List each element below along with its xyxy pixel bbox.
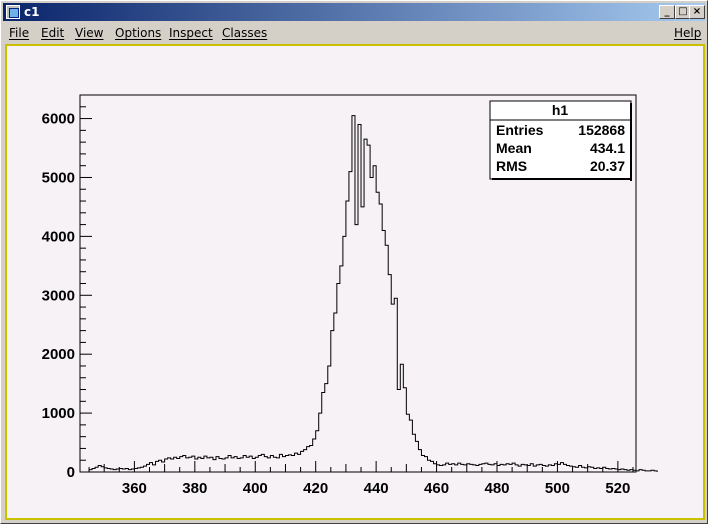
- stats-title: h1: [552, 102, 569, 118]
- y-tick-label: 3000: [42, 287, 75, 304]
- x-tick-label: 500: [545, 480, 570, 497]
- menu-inspect[interactable]: Inspect: [169, 26, 213, 41]
- menu-help[interactable]: Help: [674, 26, 701, 41]
- x-tick-label: 460: [424, 480, 449, 497]
- stats-entries-value: 152868: [578, 122, 625, 138]
- histogram-plot[interactable]: 360 380 400 420 440 460 480 500 520 0 1000 2000 300…: [7, 46, 703, 518]
- y-tick-label: 4000: [42, 228, 75, 245]
- canvas[interactable]: 360 380 400 420 440 460 480 500 520 0 1000 2000 300…: [5, 44, 705, 520]
- stats-rms-value: 20.37: [590, 158, 625, 174]
- menu-bar: File Edit View Options Inspect Classes H…: [3, 23, 705, 43]
- y-axis: 0 1000 2000 3000 4000 5000 6000: [42, 106, 92, 481]
- x-tick-label: 480: [484, 480, 509, 497]
- stats-box-shadow-right: [630, 103, 632, 181]
- x-tick-label: 380: [182, 480, 207, 497]
- x-tick-label: 360: [122, 480, 147, 497]
- minimize-button[interactable]: _: [659, 5, 675, 19]
- menu-options[interactable]: Options: [115, 26, 161, 41]
- y-tick-label: 0: [67, 464, 75, 481]
- y-tick-label: 2000: [42, 346, 75, 363]
- close-button[interactable]: ×: [689, 5, 705, 19]
- stats-box[interactable]: h1 Entries 152868 Mean 434.1 RMS 20.37: [489, 100, 632, 181]
- menu-classes[interactable]: Classes: [222, 26, 267, 41]
- window-title: c1: [24, 5, 40, 19]
- x-tick-label: 400: [243, 480, 268, 497]
- x-axis: 360 380 400 420 440 460 480 500 520: [88, 461, 634, 497]
- stats-mean-label: Mean: [496, 140, 532, 156]
- x-tick-label: 420: [303, 480, 328, 497]
- menu-view[interactable]: View: [75, 26, 103, 41]
- stats-rms-label: RMS: [496, 158, 527, 174]
- x-tick-label: 520: [605, 480, 630, 497]
- y-tick-label: 1000: [42, 405, 75, 422]
- stats-mean-value: 434.1: [590, 140, 625, 156]
- stats-entries-label: Entries: [496, 122, 544, 138]
- y-tick-label: 6000: [42, 111, 75, 128]
- menu-edit[interactable]: Edit: [41, 26, 64, 41]
- app-icon[interactable]: [6, 5, 20, 19]
- app-window: c1 _ □ × File Edit View Options Inspect …: [0, 0, 708, 524]
- x-tick-label: 440: [364, 480, 389, 497]
- stats-box-shadow-bottom: [492, 178, 632, 180]
- menu-file[interactable]: File: [9, 26, 29, 41]
- title-bar[interactable]: c1 _ □ ×: [3, 3, 705, 21]
- y-tick-label: 5000: [42, 169, 75, 186]
